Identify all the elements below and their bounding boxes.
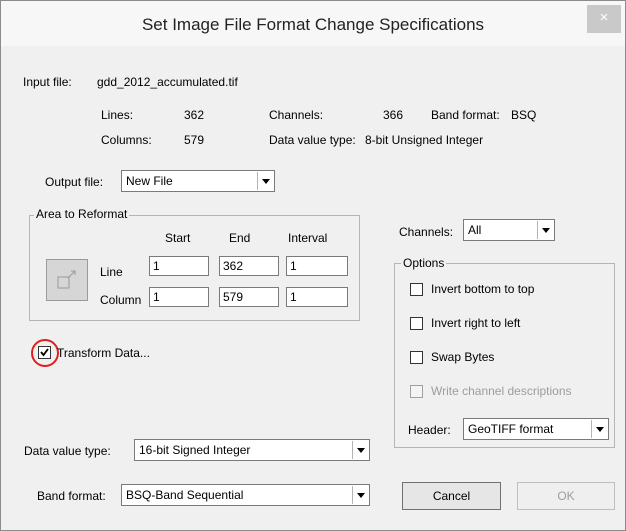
data-value-type-value: 16-bit Signed Integer (139, 443, 251, 457)
lines-value: 362 (184, 108, 205, 122)
line-row-label: Line (100, 265, 123, 279)
columns-label: Columns: (101, 133, 152, 147)
band-format-info-value: BSQ (511, 108, 537, 122)
header-select[interactable]: GeoTIFF format (463, 418, 609, 440)
channels-info-value: 366 (383, 108, 404, 122)
column-row-label: Column (100, 293, 142, 307)
chevron-down-icon[interactable] (352, 486, 368, 504)
invert-bottom-to-top-checkbox[interactable] (410, 283, 423, 296)
area-to-reformat-label: Area to Reformat (34, 207, 130, 221)
lines-label: Lines: (101, 108, 134, 122)
channels-label: Channels: (399, 225, 454, 239)
transform-data-label[interactable]: Transform Data... (57, 345, 150, 361)
input-file-label: Input file: (23, 75, 72, 89)
write-channel-descriptions-label[interactable]: Write channel descriptions (431, 383, 572, 399)
data-value-type-info-label: Data value type: (269, 133, 356, 147)
data-value-type-info-value: 8-bit Unsigned Integer (365, 133, 484, 147)
data-value-type-select[interactable]: 16-bit Signed Integer (134, 439, 370, 461)
select-area-icon[interactable] (46, 259, 88, 301)
channels-value: All (468, 223, 482, 237)
end-column-header: End (229, 231, 251, 245)
band-format-info-label: Band format: (431, 108, 500, 122)
line-interval-input[interactable]: 1 (286, 256, 348, 276)
start-column-header: Start (165, 231, 191, 245)
highlight-circle (31, 339, 59, 367)
chevron-down-icon[interactable] (352, 441, 368, 459)
ok-button[interactable]: OK (517, 482, 615, 510)
invert-right-to-left-label[interactable]: Invert right to left (431, 315, 520, 331)
band-format-select[interactable]: BSQ-Band Sequential (121, 484, 370, 506)
band-format-value: BSQ-Band Sequential (126, 488, 244, 502)
dialog-title: Set Image File Format Change Specificati… (141, 15, 485, 34)
swap-bytes-label[interactable]: Swap Bytes (431, 349, 494, 365)
chevron-down-icon[interactable] (257, 172, 273, 190)
channels-info-label: Channels: (269, 108, 324, 122)
output-file-label: Output file: (45, 175, 104, 189)
input-file-name: gdd_2012_accumulated.tif (97, 75, 238, 89)
band-format-label: Band format: (37, 489, 106, 503)
interval-column-header: Interval (288, 231, 328, 245)
channels-select[interactable]: All (463, 219, 555, 241)
column-start-input[interactable]: 1 (149, 287, 209, 307)
invert-right-to-left-checkbox[interactable] (410, 317, 423, 330)
write-channel-descriptions-checkbox[interactable] (410, 385, 423, 398)
swap-bytes-checkbox[interactable] (410, 351, 423, 364)
columns-value: 579 (184, 133, 205, 147)
output-file-select[interactable]: New File (121, 170, 275, 192)
column-interval-input[interactable]: 1 (286, 287, 348, 307)
title-bar: Set Image File Format Change Specificati… (1, 1, 625, 46)
chevron-down-icon[interactable] (591, 420, 607, 438)
column-end-input[interactable]: 579 (219, 287, 279, 307)
invert-bottom-to-top-label[interactable]: Invert bottom to top (431, 281, 534, 297)
line-end-input[interactable]: 362 (219, 256, 279, 276)
output-file-value: New File (126, 174, 173, 188)
close-button[interactable]: × (587, 5, 621, 33)
dialog-window: Set Image File Format Change Specificati… (0, 0, 626, 531)
line-start-input[interactable]: 1 (149, 256, 209, 276)
cancel-button[interactable]: Cancel (402, 482, 501, 510)
chevron-down-icon[interactable] (537, 221, 553, 239)
options-label: Options (401, 256, 447, 270)
header-value: GeoTIFF format (468, 422, 554, 436)
data-value-type-label: Data value type: (24, 444, 111, 458)
header-label: Header: (408, 423, 451, 437)
